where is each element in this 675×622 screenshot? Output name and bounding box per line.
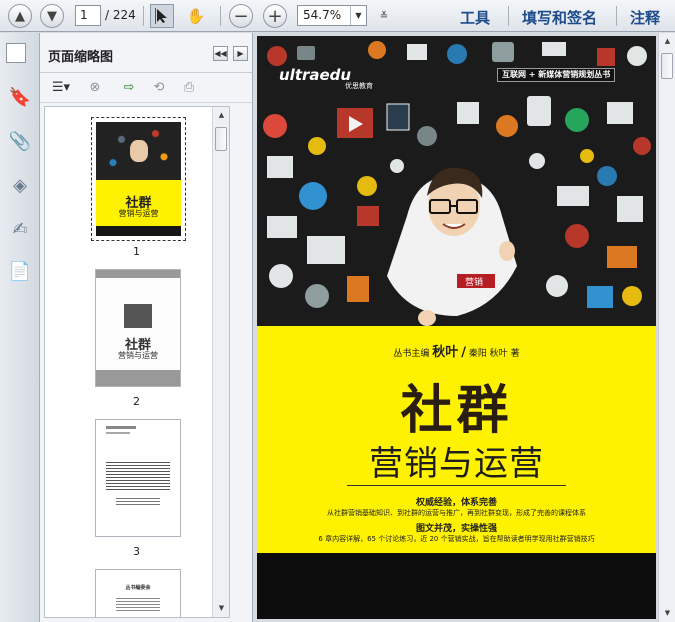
thumbnail-number: 2 (133, 395, 140, 408)
delete-page-icon[interactable]: ⊗ (86, 79, 104, 97)
scrollbar-thumb[interactable] (215, 127, 227, 151)
thumbnail-page-3[interactable] (95, 419, 181, 537)
insert-page-icon[interactable]: ⇨ (120, 79, 138, 97)
arrow-down-icon: ▼ (47, 8, 57, 24)
pages-icon[interactable] (6, 43, 26, 63)
editor-label: 丛书主编 (393, 349, 430, 359)
thumbnail-page-2[interactable]: 社群 营销与运营 (95, 269, 181, 387)
cover-bottom-band (257, 553, 656, 619)
thumbnail-number: 3 (133, 545, 140, 558)
layers-icon[interactable]: ◈ (8, 173, 32, 197)
arrow-up-icon: ▲ (15, 8, 25, 24)
badge-text: 营销 (465, 276, 483, 288)
title-divider (347, 485, 566, 486)
book-subtitle: 营销与运营 (369, 444, 544, 484)
toolbar-divider (508, 6, 509, 26)
zoom-out-button[interactable]: − (229, 4, 253, 28)
feature-1-description: 从社群营销基础知识、到社群的运营与推广，再到社群变现，形成了完善的课程体系 (327, 509, 586, 517)
toolbar-menu-button[interactable]: ≚ (372, 4, 396, 28)
scroll-up-icon[interactable]: ▲ (214, 108, 229, 123)
scroll-up-icon[interactable]: ▲ (660, 34, 675, 49)
expand-panel-button[interactable]: ▶ (233, 46, 248, 61)
chevron-right-icon: ▶ (237, 49, 244, 58)
authors-slash: / (461, 345, 466, 360)
zoom-in-button[interactable]: + (263, 4, 287, 28)
fill-sign-button[interactable]: 填写和签名 (522, 7, 597, 28)
thumb-subtitle: 营销与运营 (118, 209, 159, 218)
toolbar-divider (143, 6, 144, 26)
zoom-value: 54.7% (303, 8, 342, 22)
scroll-down-icon[interactable]: ▼ (214, 601, 229, 616)
tools-button[interactable]: 工具 (460, 7, 490, 28)
thumbnail-page-1[interactable]: 社群 营销与运营 (91, 117, 186, 241)
thumbnail-scrollbar[interactable]: ▲ ▼ (212, 107, 229, 617)
page-number-input[interactable]: 1 (75, 5, 101, 26)
rotate-page-icon[interactable]: ⟲ (150, 79, 168, 97)
publisher-logo-subtitle: 优思教育 (345, 82, 373, 90)
navigation-rail: 🔖 📎 ◈ ✍ 📄 (0, 33, 40, 622)
document-scrollbar[interactable]: ▲ ▼ (658, 33, 675, 622)
hand-icon: ✋ (186, 7, 206, 25)
attachment-icon[interactable]: 📎 (8, 129, 32, 153)
list-icon: ☰▾ (51, 80, 71, 95)
bookmark-icon[interactable]: 🔖 (8, 85, 32, 109)
plus-icon: + (267, 5, 283, 27)
double-chevron-left-icon: ◀◀ (214, 49, 227, 58)
thumbnail-number: 1 (133, 245, 140, 258)
signature-icon[interactable]: ✍ (8, 217, 32, 241)
minus-icon: − (233, 5, 249, 27)
panel-toolbar: ☰▾ ⊗ ⇨ ⟲ ⎙ (40, 73, 252, 103)
authors-suffix: 著 (510, 349, 520, 359)
zoom-select[interactable]: 54.7% ▼ (297, 5, 367, 26)
author-names: 秦阳 秋叶 (468, 349, 508, 359)
thumb2-subtitle: 营销与运营 (118, 351, 158, 360)
feature-2-title: 图文并茂，实操性强 (415, 524, 497, 534)
chevron-down-icon[interactable]: ▼ (350, 6, 366, 25)
cover-illustration: 营销 ultraedu 优思教育 互联网 + 新媒体营销规划丛书 (257, 36, 656, 326)
cursor-icon (155, 8, 167, 24)
options-menu-button[interactable]: ☰▾ (48, 79, 74, 97)
panel-title: 页面缩略图 (48, 50, 114, 65)
comment-button[interactable]: 注释 (630, 7, 660, 28)
editor-name: 秋叶 (432, 345, 459, 360)
document-view[interactable]: 营销 ultraedu 优思教育 互联网 + 新媒体营销规划丛书 丛书主编 秋叶… (254, 33, 675, 622)
document-page: 营销 ultraedu 优思教育 互联网 + 新媒体营销规划丛书 丛书主编 秋叶… (257, 36, 656, 619)
authors-line: 丛书主编 秋叶 / 秦阳 秋叶 著 (257, 341, 656, 360)
publisher-logo: ultraedu (279, 66, 352, 84)
collapse-panel-button[interactable]: ◀◀ (213, 46, 228, 61)
scrollbar-thumb[interactable] (661, 53, 673, 79)
hand-tool-button[interactable]: ✋ (184, 4, 208, 28)
scroll-down-icon[interactable]: ▼ (660, 606, 675, 621)
print-page-icon[interactable]: ⎙ (180, 79, 198, 97)
toolbar-divider (616, 6, 617, 26)
main-toolbar: ▲ ▼ 1 / 224 ✋ − + 54.7% ▼ ≚ 工具 填写和签名 注释 (0, 0, 675, 32)
thumbnail-image: 社群 营销与运营 (96, 122, 181, 236)
thumbnail-page-4[interactable]: 丛书编委会 (95, 569, 181, 617)
thumbnail-list[interactable]: 社群 营销与运营 1 社群 营销与运营 2 3 丛书编委会 ▲ ▼ (44, 106, 230, 618)
feature-2-description: 6 章内容详解，65 个讨论练习，近 20 个营销实战，旨在帮助读者明学现用社群… (318, 535, 595, 543)
select-tool-button[interactable] (150, 4, 174, 28)
series-label: 互联网 + 新媒体营销规划丛书 (497, 68, 616, 82)
feature-1-title: 权威经验，体系完善 (415, 498, 497, 508)
chevron-down-icon: ≚ (379, 10, 389, 22)
next-page-button[interactable]: ▼ (40, 4, 64, 28)
thumbnails-panel: 页面缩略图 ◀◀ ▶ ☰▾ ⊗ ⇨ ⟲ ⎙ 社群 营销与运营 1 社群 营销与运… (6, 33, 253, 622)
toolbar-divider (220, 6, 221, 26)
previous-page-button[interactable]: ▲ (8, 4, 32, 28)
thumb4-title: 丛书编委会 (125, 585, 151, 591)
page-total-label: / 224 (105, 8, 136, 22)
panel-header: 页面缩略图 ◀◀ ▶ (6, 33, 252, 73)
book-title: 社群 (400, 380, 513, 441)
document-icon[interactable]: 📄 (8, 259, 32, 283)
